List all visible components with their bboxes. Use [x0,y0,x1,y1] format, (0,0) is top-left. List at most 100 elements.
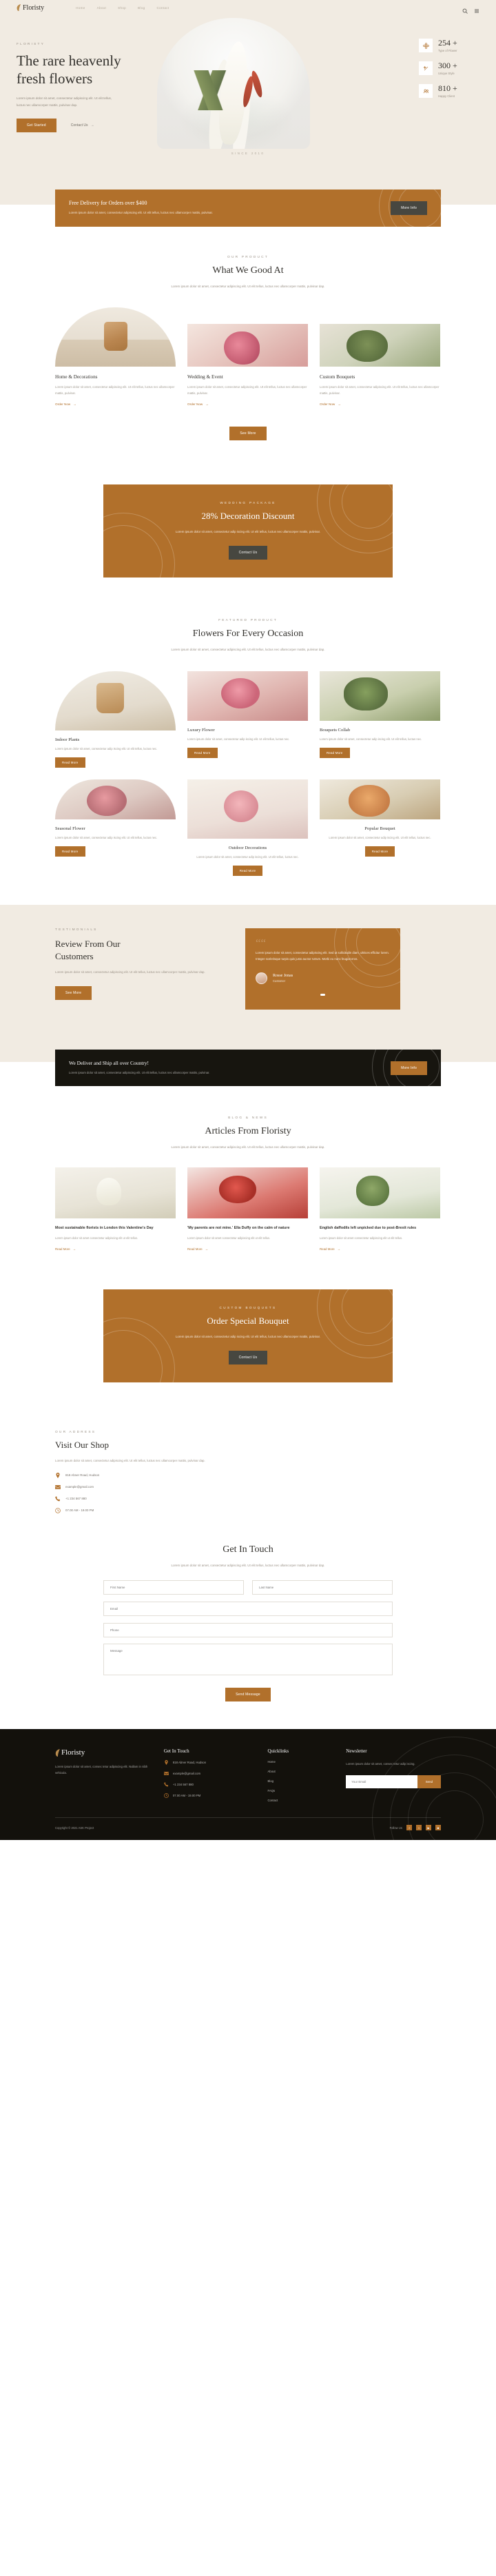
product-card-title: Wedding & Event [187,374,223,380]
bouquet-cta-title: Order Special Bouquet [207,1315,289,1326]
blog-read-more-link[interactable]: Read More → [55,1247,76,1251]
hamburger-menu-icon[interactable] [474,5,479,13]
youtube-icon[interactable]: ▶ [426,1825,431,1831]
stat-happy-client: 810 + Happy Client [419,84,479,98]
testimonial-author: Rosse Jonas Customer [256,972,390,984]
nav-link-blog[interactable]: Blog [138,6,145,10]
blog-read-more-link[interactable]: Read More → [187,1247,208,1251]
footer-quicklinks-title: Quicklinks [267,1748,289,1755]
newsletter-send-button[interactable]: Send [417,1775,441,1789]
order-now-link[interactable]: Order Now → [320,402,341,406]
send-message-button[interactable]: Send Message [225,1688,271,1702]
contact-us-label: Contact Us [70,123,88,128]
hero-body: FLORISTY The rare heavenly fresh flowers… [0,15,496,163]
testimonial-quote: Lorem ipsum dolor sit amet, consectetur … [256,951,389,961]
product-card-custom-bouquets[interactable]: Custom Bouquets Lorem ipsum dolor sit am… [320,307,440,409]
order-now-link[interactable]: Order Now → [187,402,209,406]
footer-link-faqs[interactable]: FAQs [267,1789,331,1792]
discount-contact-us-button[interactable]: Contact Us [228,546,268,560]
testimonials-see-more-button[interactable]: See More [55,986,92,1001]
featured-grid: Indoor Plants Lorem ipsum dolor sit amet… [55,671,441,877]
blog-card-2[interactable]: 'My parents are not mine.' Ella Duffy on… [187,1167,308,1254]
featured-read-more-button[interactable]: Read More [232,866,263,877]
ship-banner-section: We Deliver and Ship all over Country! Lo… [0,1036,496,1107]
first-name-input[interactable] [103,1580,244,1595]
newsletter-email-input[interactable] [346,1775,417,1789]
footer-link-blog[interactable]: Blog [267,1779,331,1783]
featured-read-more-button[interactable]: Read More [364,846,395,857]
bouquet-cta-contact-button[interactable]: Contact Us [228,1350,268,1364]
discount-title: 28% Decoration Discount [201,511,295,522]
order-now-link[interactable]: Order Now → [55,402,76,406]
featured-read-more-button[interactable]: Read More [55,757,85,768]
nav-link-shop[interactable]: Shop [118,6,126,10]
featured-read-more-button[interactable]: Read More [187,748,218,759]
featured-card-seasonal-flower[interactable]: Seasonal Flower Lorem ipsum dolor sit am… [55,779,176,876]
blog-card-3[interactable]: English daffodils left unpicked due to p… [320,1167,440,1254]
last-name-input[interactable] [252,1580,393,1595]
email-input[interactable] [103,1602,393,1617]
ship-more-info-button[interactable]: More Info [391,1061,427,1075]
products-section: OUR PRODUCT What We Good At Lorem ipsum … [0,227,496,470]
footer-link-home[interactable]: Home [267,1760,331,1764]
featured-read-more-button[interactable]: Read More [55,846,85,857]
product-card-wedding-event[interactable]: Wedding & Event Lorem ipsum dolor sit am… [187,307,308,409]
order-now-label: Order Now [187,402,203,407]
instagram-icon[interactable]: ◙ [435,1825,441,1831]
product-card-home-decorations[interactable]: Home & Decorations Lorem ipsum dolor sit… [55,307,176,409]
stat-value: 254 + [438,38,457,48]
phone-input[interactable] [103,1623,393,1638]
featured-card-title: Outdoor Decorations [228,846,267,851]
blog-card-1[interactable]: Most sustainable florists in London this… [55,1167,176,1254]
order-now-label: Order Now [55,402,71,407]
blog-header: BLOG & NEWS Articles From Floristy Lorem… [0,1116,496,1150]
footer-link-about[interactable]: About [267,1770,331,1773]
ship-banner: We Deliver and Ship all over Country! Lo… [55,1049,441,1087]
featured-card-outdoor-decorations[interactable]: Outdoor Decorations Lorem ipsum dolor si… [187,779,308,877]
carousel-dots[interactable] [256,993,390,996]
blog-image [187,1167,308,1218]
nav-link-home[interactable]: Home [76,6,85,10]
avatar [256,972,267,984]
footer-quicklinks-column: Quicklinks Home About Blog FAQs Contact [267,1748,331,1802]
nav-link-contact[interactable]: Contact [156,6,169,10]
featured-card-luxury-flower[interactable]: Luxury Flower Lorem ipsum dolor sit amet… [187,671,308,768]
footer-logo-text: Floristy [61,1748,85,1757]
featured-card-indoor-plants[interactable]: Indoor Plants Lorem ipsum dolor sit amet… [55,671,176,768]
footer-touch-title: Get In Touch [163,1748,189,1755]
featured-header: FEATURED PRODUCT Flowers For Every Occas… [0,619,496,653]
read-more-label: Read More [55,1247,70,1251]
carousel-dot-active[interactable] [320,993,325,996]
products-see-more-button[interactable]: See More [229,427,267,441]
delivery-more-info-button[interactable]: More Info [391,201,427,215]
ship-banner-title: We Deliver and Ship all over Country! [69,1059,149,1066]
phone-icon [55,1496,61,1502]
facebook-icon[interactable]: f [406,1825,412,1831]
footer-logo[interactable]: Floristy [55,1748,149,1757]
shop-title: Visit Our Shop [55,1439,109,1450]
get-started-button[interactable]: Get Started [17,119,56,133]
footer-phone[interactable]: +1 234 567 880 [164,1782,253,1787]
blog-read-more-link[interactable]: Read More → [320,1247,340,1251]
footer-link-contact[interactable]: Contact [267,1799,331,1802]
featured-card-title: Seasonal Flower [55,826,85,832]
twitter-icon[interactable]: t [416,1825,422,1831]
logo-text: Floristy [23,3,45,12]
featured-read-more-button[interactable]: Read More [320,748,350,759]
search-icon[interactable] [462,5,468,14]
bouquet-cta-eyebrow: CUSTOM BOUQUETS [219,1305,277,1309]
nav-link-about[interactable]: About [97,6,107,10]
site-logo[interactable]: Floristy [17,4,44,12]
featured-card-title: Bouquets Collab [320,727,351,733]
footer-email[interactable]: example@gmail.com [163,1771,253,1776]
follow-us-label: Follow Us [389,1826,402,1830]
contact-header: Get In Touch Lorem ipsum dolor sit amet,… [55,1544,441,1568]
hero-paragraph: Lorem ipsum dolor sit amet, consectetur … [17,96,112,107]
featured-card-bouquets-collab[interactable]: Bouquets Collab Lorem ipsum dolor sit am… [320,671,440,768]
shop-phone-text: +1 234 567 880 [65,1497,87,1501]
blog-section: BLOG & NEWS Articles From Floristy Lorem… [0,1107,496,1282]
featured-card-popular-bouquet[interactable]: Popular Bouquet Lorem ipsum dolor sit am… [320,779,440,876]
message-textarea[interactable] [103,1644,393,1676]
contact-us-link[interactable]: Contact Us → [71,123,94,127]
shop-hours-text: 07.00 AM - 19.00 PM [65,1509,94,1513]
